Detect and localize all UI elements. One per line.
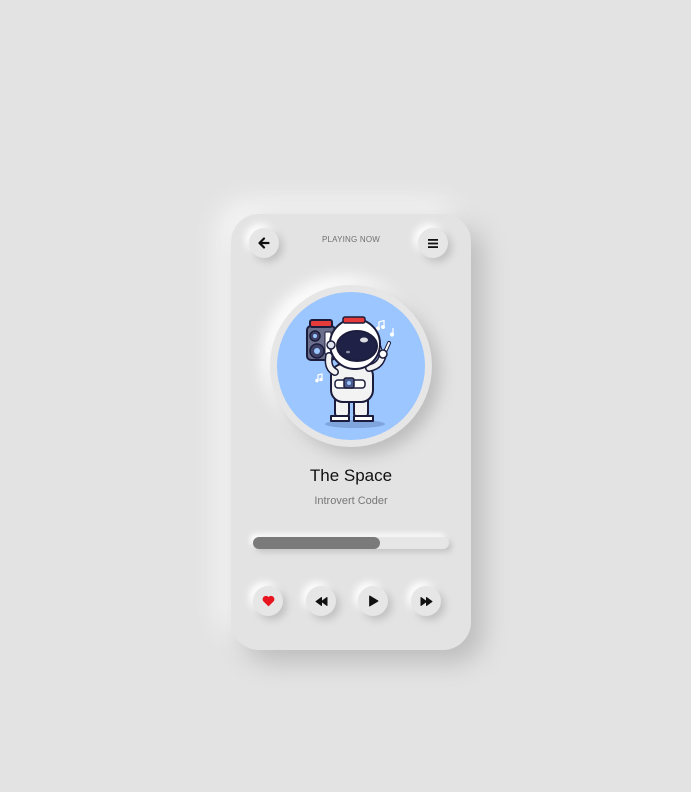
track-title: The Space bbox=[309, 466, 393, 485]
track-artist: Introvert Coder bbox=[314, 495, 388, 507]
play-button[interactable] bbox=[358, 586, 388, 616]
rewind-button[interactable] bbox=[306, 586, 336, 616]
heart-icon bbox=[262, 595, 274, 607]
menu-button[interactable] bbox=[418, 228, 448, 258]
hamburger-menu-icon bbox=[428, 238, 438, 248]
rewind-icon bbox=[315, 596, 327, 606]
back-button[interactable] bbox=[249, 228, 279, 258]
progress-fill bbox=[253, 537, 381, 549]
like-button[interactable] bbox=[253, 586, 283, 616]
progress-bar[interactable] bbox=[253, 537, 449, 549]
album-art-frame bbox=[270, 285, 432, 447]
page-title: PLAYING NOW bbox=[321, 235, 381, 244]
fast-forward-icon bbox=[420, 596, 432, 606]
play-icon bbox=[368, 595, 378, 607]
fast-forward-button[interactable] bbox=[411, 586, 441, 616]
arrow-left-icon bbox=[258, 237, 270, 249]
player-card: PLAYING NOW The Space Introvert Coder bbox=[231, 214, 471, 650]
album-art bbox=[277, 292, 425, 440]
astronaut-boombox-illustration bbox=[306, 316, 395, 428]
